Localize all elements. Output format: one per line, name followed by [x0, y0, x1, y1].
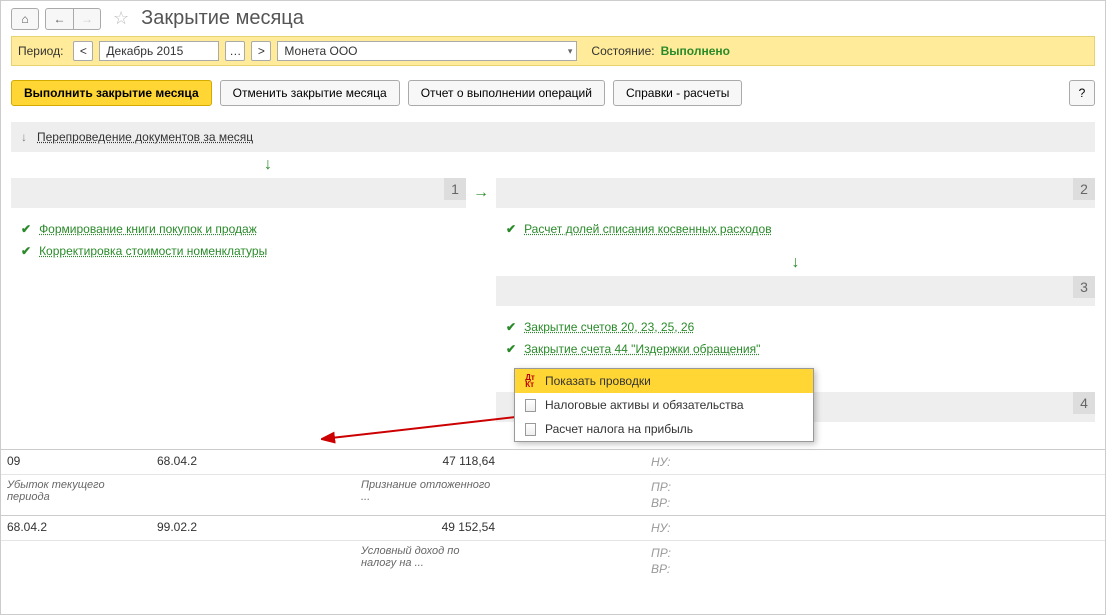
down-arrow-icon: ↓ [21, 130, 27, 144]
ledger-row: 68.04.2 99.02.2 49 152,54 НУ: [1, 516, 1105, 541]
tax-label: НУ: [651, 454, 1099, 470]
ledger-desc [1, 541, 151, 581]
op-item: ✔ Корректировка стоимости номенклатуры [21, 240, 456, 262]
home-icon: ⌂ [21, 12, 28, 26]
tax-labels: НУ: [631, 516, 1105, 540]
organization-value: Монета ООО [284, 44, 357, 58]
ledger-amount: 49 152,54 [301, 516, 501, 540]
flow-arrow-right-icon: → [466, 178, 496, 422]
ledger-row: Убыток текущего периода Признание отложе… [1, 475, 1105, 516]
run-close-button[interactable]: Выполнить закрытие месяца [11, 80, 212, 106]
op-item: ✔ Закрытие счета 44 "Издержки обращения" [506, 338, 1085, 360]
period-value: Декабрь 2015 [106, 44, 183, 58]
entries-icon: ДтКт [523, 374, 537, 388]
op-item: ✔ Формирование книги покупок и продаж [21, 218, 456, 240]
period-next-button[interactable]: > [251, 41, 271, 61]
arrow-right-icon: → [81, 12, 93, 26]
tax-label: ВР: [651, 495, 1099, 511]
home-button[interactable]: ⌂ [11, 8, 39, 30]
context-menu: ДтКт Показать проводки Налоговые активы … [514, 368, 814, 442]
flow-arrow-icon: ↓ [0, 152, 1105, 178]
check-icon: ✔ [506, 320, 516, 334]
flow-arrow-icon: ↓ [496, 250, 1095, 276]
block-2-ops: ✔ Расчет долей списания косвенных расход… [496, 208, 1095, 250]
menu-item-label: Налоговые активы и обязательства [545, 398, 744, 412]
app-window: ⌂ ← → ☆ Закрытие месяца Период: < Декабр… [0, 0, 1106, 615]
tax-labels: ПР: ВР: [631, 541, 1105, 581]
block-1-header: 1 [11, 178, 466, 208]
period-picker-button[interactable]: … [225, 41, 245, 61]
period-input[interactable]: Декабрь 2015 [99, 41, 219, 61]
block-number: 2 [1073, 178, 1095, 200]
op-link[interactable]: Формирование книги покупок и продаж [39, 222, 257, 236]
check-icon: ✔ [506, 222, 516, 236]
menu-item-label: Показать проводки [545, 374, 651, 388]
state-value: Выполнено [661, 44, 730, 58]
tax-labels: ПР: ВР: [631, 475, 1105, 515]
document-icon [523, 422, 537, 436]
tax-label: НУ: [651, 520, 1099, 536]
block-number: 4 [1073, 392, 1095, 414]
action-bar: Выполнить закрытие месяца Отменить закры… [1, 66, 1105, 116]
ledger-panel: 09 68.04.2 47 118,64 НУ: Убыток текущего… [1, 449, 1105, 614]
back-button[interactable]: ← [45, 8, 73, 30]
period-label: Период: [18, 44, 63, 58]
report-button[interactable]: Отчет о выполнении операций [408, 80, 605, 106]
references-button[interactable]: Справки - расчеты [613, 80, 742, 106]
op-link[interactable]: Закрытие счетов 20, 23, 25, 26 [524, 320, 694, 334]
check-icon: ✔ [506, 342, 516, 356]
period-prev-button[interactable]: < [73, 41, 93, 61]
workflow-grid: 1 ✔ Формирование книги покупок и продаж … [11, 178, 1095, 422]
op-link[interactable]: Закрытие счета 44 "Издержки обращения" [524, 342, 760, 356]
chevron-down-icon: ▾ [568, 46, 573, 57]
document-icon [523, 398, 537, 412]
arrow-left-icon: ← [54, 12, 66, 26]
ledger-account-credit: 68.04.2 [151, 450, 301, 474]
period-bar: Период: < Декабрь 2015 … > Монета ООО ▾ … [11, 36, 1095, 66]
tax-label: ВР: [651, 561, 1099, 577]
op-item: ✔ Закрытие счетов 20, 23, 25, 26 [506, 316, 1085, 338]
help-button[interactable]: ? [1069, 80, 1095, 106]
ledger-account-credit: 99.02.2 [151, 516, 301, 540]
block-3-ops: ✔ Закрытие счетов 20, 23, 25, 26 ✔ Закры… [496, 306, 1095, 370]
ledger-row: Условный доход по налогу на ... ПР: ВР: [1, 541, 1105, 581]
ledger-account-debit: 09 [1, 450, 151, 474]
check-icon: ✔ [21, 244, 31, 258]
tax-labels: НУ: [631, 450, 1105, 474]
tax-label: ПР: [651, 479, 1099, 495]
tax-label: ПР: [651, 545, 1099, 561]
ledger-desc2: Условный доход по налогу на ... [301, 541, 501, 581]
page-title: Закрытие месяца [141, 7, 304, 30]
ledger-amount: 47 118,64 [301, 450, 501, 474]
reprov-link[interactable]: Перепроведение документов за месяц [37, 130, 253, 144]
top-nav-bar: ⌂ ← → ☆ Закрытие месяца [1, 1, 1105, 36]
ledger-row: 09 68.04.2 47 118,64 НУ: [1, 450, 1105, 475]
cancel-close-button[interactable]: Отменить закрытие месяца [220, 80, 400, 106]
block-number: 1 [444, 178, 466, 200]
forward-button[interactable]: → [73, 8, 101, 30]
check-icon: ✔ [21, 222, 31, 236]
ledger-account-debit: 68.04.2 [1, 516, 151, 540]
state-label: Состояние: [591, 44, 654, 58]
block-1-ops: ✔ Формирование книги покупок и продаж ✔ … [11, 208, 466, 418]
favorite-star-icon[interactable]: ☆ [113, 8, 129, 29]
reprov-block: ↓ Перепроведение документов за месяц [11, 122, 1095, 152]
menu-item-tax-assets[interactable]: Налоговые активы и обязательства [515, 393, 813, 417]
menu-item-show-entries[interactable]: ДтКт Показать проводки [515, 369, 813, 393]
block-3-header: 3 [496, 276, 1095, 306]
workflow-col-right: 2 ✔ Расчет долей списания косвенных расх… [496, 178, 1095, 422]
op-link[interactable]: Корректировка стоимости номенклатуры [39, 244, 267, 258]
op-item: ✔ Расчет долей списания косвенных расход… [506, 218, 1085, 240]
block-number: 3 [1073, 276, 1095, 298]
menu-item-label: Расчет налога на прибыль [545, 422, 693, 436]
menu-item-profit-tax[interactable]: Расчет налога на прибыль [515, 417, 813, 441]
ledger-desc: Убыток текущего периода [1, 475, 151, 515]
op-link[interactable]: Расчет долей списания косвенных расходов [524, 222, 772, 236]
ledger-desc2: Признание отложенного ... [301, 475, 501, 515]
block-2-header: 2 [496, 178, 1095, 208]
workflow-col-left: 1 ✔ Формирование книги покупок и продаж … [11, 178, 466, 422]
organization-select[interactable]: Монета ООО ▾ [277, 41, 577, 61]
